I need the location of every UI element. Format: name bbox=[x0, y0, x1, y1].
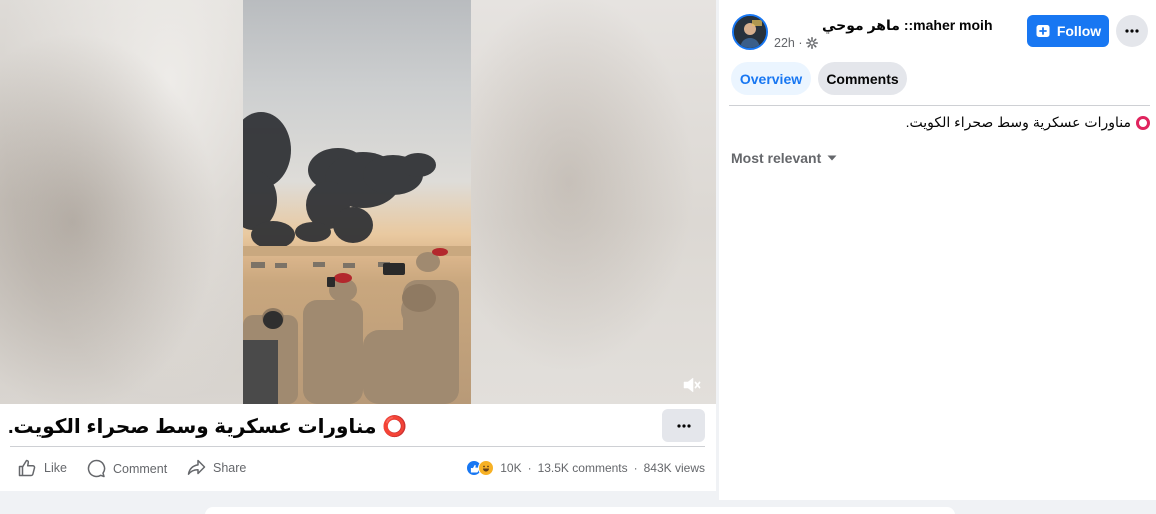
video-player[interactable] bbox=[0, 0, 716, 404]
tab-comments-label: Comments bbox=[826, 70, 899, 87]
video-blur-backdrop-right bbox=[471, 0, 716, 404]
post-body: مناورات عسكرية وسط صحراء الكويت. bbox=[906, 114, 1150, 131]
tab-comments[interactable]: Comments bbox=[818, 62, 907, 95]
stats-separator: · bbox=[633, 461, 638, 475]
comments-sort-label: Most relevant bbox=[731, 150, 822, 166]
ellipsis-icon bbox=[1125, 29, 1139, 33]
comments-sort-dropdown[interactable]: Most relevant bbox=[731, 150, 837, 166]
ellipsis-icon bbox=[676, 423, 691, 428]
follow-button[interactable]: Follow bbox=[1027, 15, 1109, 47]
post-options-button[interactable] bbox=[1116, 15, 1148, 47]
caret-down-icon bbox=[827, 155, 837, 161]
share-arrow-icon bbox=[187, 459, 206, 475]
post-meta: 22h · bbox=[774, 36, 818, 50]
post-time[interactable]: 22h · bbox=[774, 36, 803, 50]
avatar[interactable] bbox=[732, 14, 768, 50]
like-label: Like bbox=[44, 461, 67, 475]
share-button[interactable]: Share bbox=[187, 459, 246, 476]
reactions-summary[interactable] bbox=[466, 460, 495, 476]
post-caption: ⭕️ مناورات عسكرية وسط صحراء الكويت. bbox=[8, 416, 407, 438]
post-body-text: مناورات عسكرية وسط صحراء الكويت. bbox=[905, 114, 1131, 130]
profile-photo-icon bbox=[734, 16, 766, 48]
stats-separator: · bbox=[527, 461, 532, 475]
post-side-panel: ماهر موحي ::maher moih 22h · Follow Over… bbox=[719, 0, 1156, 500]
next-card-edge bbox=[205, 507, 955, 514]
like-button[interactable]: Like bbox=[18, 459, 67, 477]
divider bbox=[729, 105, 1150, 106]
author-name[interactable]: ماهر موحي ::maher moih bbox=[822, 17, 993, 34]
red-circle-icon bbox=[1136, 115, 1150, 130]
tab-overview[interactable]: Overview bbox=[731, 62, 811, 95]
post-stats: 10K · 13.5K comments · 843K views bbox=[466, 460, 705, 476]
reactions-count[interactable]: 10K bbox=[500, 461, 521, 475]
mute-toggle[interactable] bbox=[681, 374, 703, 396]
post-action-bar: Like Comment Share 10K · 13.5K comments … bbox=[0, 447, 716, 491]
comment-bubble-icon bbox=[87, 459, 106, 478]
video-scene-illustration bbox=[243, 112, 471, 404]
post-caption-row: ⭕️ مناورات عسكرية وسط صحراء الكويت. bbox=[0, 404, 716, 448]
follow-label: Follow bbox=[1056, 23, 1102, 39]
comment-label: Comment bbox=[113, 461, 168, 476]
comments-count[interactable]: 13.5K comments bbox=[538, 461, 628, 475]
video-frame[interactable] bbox=[243, 0, 471, 404]
views-count: 843K views bbox=[643, 461, 705, 475]
follow-plus-icon bbox=[1036, 25, 1050, 37]
thumbs-up-icon bbox=[18, 459, 36, 477]
video-blur-backdrop-left bbox=[0, 0, 243, 404]
speaker-muted-icon bbox=[683, 377, 701, 393]
share-label: Share bbox=[213, 460, 247, 475]
haha-reaction-icon bbox=[478, 460, 495, 476]
caption-more-button[interactable] bbox=[662, 409, 705, 442]
comment-button[interactable]: Comment bbox=[87, 459, 167, 478]
gear-icon bbox=[805, 37, 818, 49]
tab-overview-label: Overview bbox=[739, 70, 803, 87]
